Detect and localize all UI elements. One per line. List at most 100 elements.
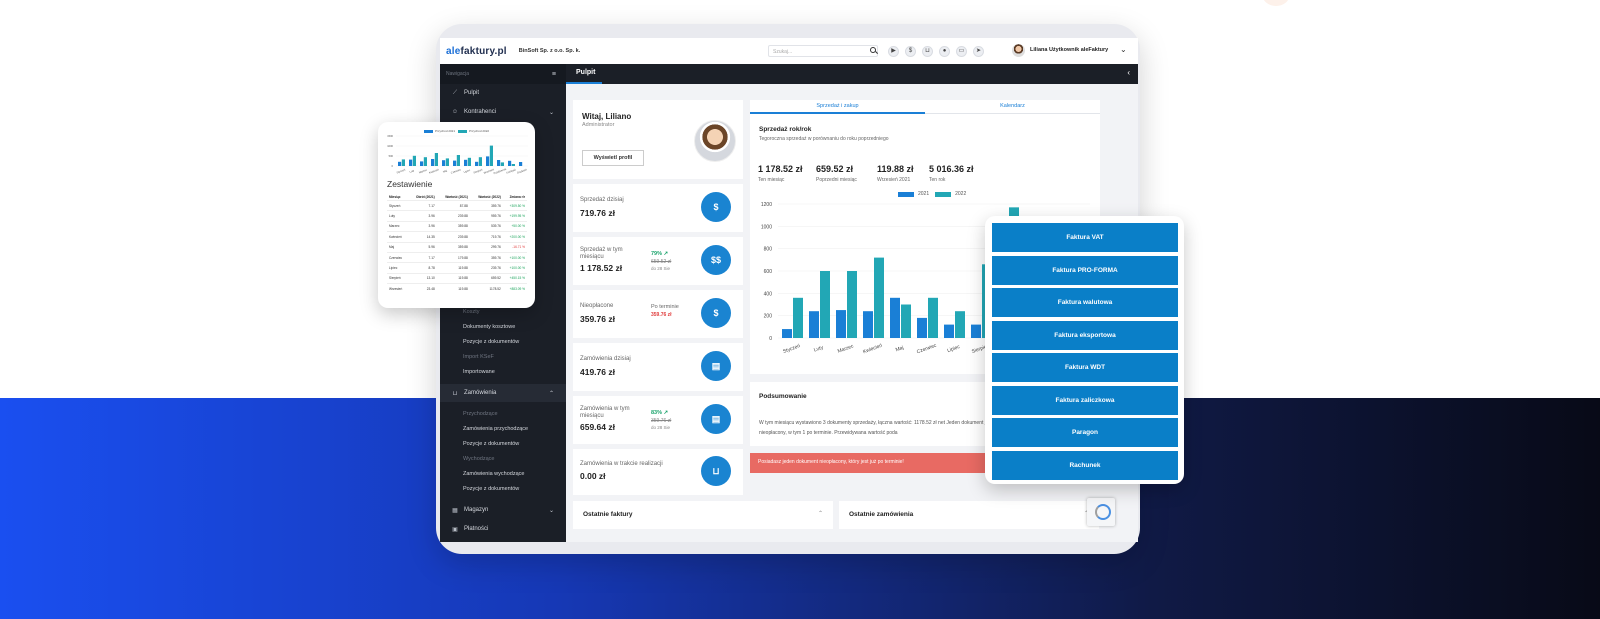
recaptcha-badge[interactable] bbox=[1087, 498, 1115, 526]
logo[interactable]: alefaktury.pl bbox=[446, 46, 507, 57]
kpi-label: Ten miesiąc bbox=[758, 177, 785, 183]
bar-2022-Maj bbox=[901, 304, 911, 338]
stat-value: 419.76 zł bbox=[580, 367, 615, 377]
x-tick-label: Październik bbox=[493, 167, 508, 176]
stat-value: 659.64 zł bbox=[580, 422, 615, 432]
x-tick-label: Marzec bbox=[837, 343, 855, 354]
search-input[interactable]: Szukaj... bbox=[768, 45, 878, 57]
stat-card-zamowienia-realizacja[interactable]: Zamówienia w trakcie realizacji 0.00 zł … bbox=[573, 449, 743, 495]
bar-2021-Czerwiec bbox=[917, 317, 927, 338]
faktura-eksportowa-button[interactable]: Faktura eksportowa bbox=[992, 320, 1178, 350]
sidebar-item-magazyn[interactable]: ▦ Magazyn ⌄ bbox=[440, 501, 566, 519]
title-underline bbox=[566, 82, 602, 84]
chevron-up-icon[interactable]: ⌃ bbox=[818, 510, 823, 517]
bar-2022-Czerwiec bbox=[928, 297, 938, 338]
cart-icon[interactable]: ⊔ bbox=[922, 46, 933, 57]
tab-sprzedaz-zakup[interactable]: Sprzedaż i zakup bbox=[750, 100, 925, 114]
send-icon[interactable]: ➤ bbox=[973, 46, 984, 57]
bar-Przychód 2021-Listopad bbox=[508, 160, 512, 166]
sidebar-item-kontrahenci[interactable]: ☺ Kontrahenci ⌄ bbox=[440, 103, 566, 121]
value-cell: 239.88 bbox=[436, 210, 470, 222]
sidebar-subitem-zamowienia-przychodzace[interactable]: Zamówienia przychodzące bbox=[463, 426, 528, 432]
stat-label: Zamówienia w tym miesiącu bbox=[580, 406, 630, 419]
table-row: Lipiec 8.78 119.88 239.76 +100.00 % bbox=[387, 262, 527, 274]
kpi-poprzedni-miesiac: 659.52 zł Poprzedni miesiąc bbox=[816, 164, 857, 183]
value-cell: 239.76 bbox=[469, 262, 503, 274]
table-row: Marzec 3.96 359.88 539.76 +50.00 % bbox=[387, 220, 527, 232]
paragon-button[interactable]: Paragon bbox=[992, 418, 1178, 447]
sidebar-subitem-dokumenty-kosztowe[interactable]: Dokumenty kosztowe bbox=[463, 324, 515, 330]
stat-card-zamowienia-dzisiaj[interactable]: Zamówienia dzisiaj 419.76 zł ▤ bbox=[573, 343, 743, 391]
sidebar-item-pulpit[interactable]: ⟋ Pulpit bbox=[440, 84, 566, 102]
user-name[interactable]: Liliana Użytkownik aleFaktury bbox=[1030, 47, 1108, 53]
x-tick-label: Luty bbox=[813, 344, 824, 353]
recent-invoices-card[interactable]: Ostatnie faktury ⌃ bbox=[573, 501, 833, 529]
sidebar-subitem-pozycje[interactable]: Pozycje z dokumentów bbox=[463, 486, 519, 492]
faktura-proforma-button[interactable]: Faktura PRO-FORMA bbox=[992, 255, 1178, 285]
faktura-zaliczkowa-button[interactable]: Faktura zaliczkowa bbox=[992, 385, 1178, 415]
print-icon[interactable]: ▭ bbox=[956, 46, 967, 57]
new-document-menu: Faktura VAT Faktura PRO-FORMA Faktura wa… bbox=[985, 216, 1184, 484]
zestawienie-table: Miesiąc Obrót (2021) Wartość (2021) Wart… bbox=[387, 194, 527, 295]
bar-2021-Kwiecień bbox=[863, 311, 873, 338]
money-icon: $$ bbox=[701, 245, 731, 275]
youtube-icon[interactable]: ▶ bbox=[888, 46, 899, 57]
legend-label: 2022 bbox=[955, 191, 967, 197]
chat-icon[interactable]: ● bbox=[939, 46, 950, 57]
logo-suffix: faktury.pl bbox=[460, 45, 507, 57]
stat-card-sprzedaz-dzisiaj[interactable]: Sprzedaż dzisiaj 719.76 zł $ bbox=[573, 184, 743, 232]
recent-orders-card[interactable]: Ostatnie zamówienia ⌃ bbox=[839, 501, 1099, 529]
faktura-vat-button[interactable]: Faktura VAT bbox=[992, 223, 1178, 252]
search-icon[interactable] bbox=[870, 47, 876, 53]
stat-card-nieoplacone[interactable]: Nieopłacone 359.76 zł Po terminie 359.76… bbox=[573, 290, 743, 338]
stat-label: Nieopłacone bbox=[580, 303, 614, 309]
chevron-down-icon[interactable]: ⌄ bbox=[1120, 45, 1127, 54]
kpi-label: Poprzedni miesiąc bbox=[816, 177, 857, 183]
basket-icon: ⊔ bbox=[452, 390, 458, 397]
x-tick-label: Grudzień bbox=[516, 167, 528, 175]
bar-Przychód 2021-Marzec bbox=[420, 161, 424, 166]
stat-card-zamowienia-miesiac[interactable]: Zamówienia w tym miesiącu 659.64 zł 83% … bbox=[573, 396, 743, 444]
month-cell: Kwiecień bbox=[387, 231, 409, 243]
rachunek-button[interactable]: Rachunek bbox=[992, 450, 1178, 480]
stat-value: 719.76 zł bbox=[580, 208, 615, 218]
faktura-walutowa-button[interactable]: Faktura walutowa bbox=[992, 288, 1178, 317]
users-icon: ☺ bbox=[451, 109, 459, 115]
table-row: Styczeń 7.17 87.88 359.76 +309.50 % bbox=[387, 199, 527, 211]
value-cell: +450.15 % bbox=[502, 272, 527, 284]
kpi-ten-rok: 5 016.36 zł Ten rok bbox=[929, 164, 974, 183]
sidebar-subitem-przychodzace: Przychodzące bbox=[463, 411, 498, 417]
overdue-alert[interactable]: Posiadasz jeden dokument nieopłacony, kt… bbox=[750, 453, 1000, 473]
welcome-role: Administrator bbox=[582, 122, 615, 128]
chevron-left-icon[interactable]: ‹ bbox=[1127, 68, 1130, 77]
tab-kalendarz[interactable]: Kalendarz bbox=[925, 100, 1100, 114]
sidebar-header: Nawigacja ≡ bbox=[440, 64, 566, 84]
x-tick-label: Kwiecień bbox=[862, 343, 883, 356]
sidebar-item-zamowienia[interactable]: ⊔ Zamówienia ⌃ bbox=[440, 384, 566, 402]
faktura-wdt-button[interactable]: Faktura WDT bbox=[992, 353, 1178, 382]
bar-2021-Maj bbox=[890, 297, 900, 338]
coin-icon[interactable]: $ bbox=[905, 46, 916, 57]
company-name[interactable]: BinSoft Sp. z o.o. Sp. k. bbox=[519, 48, 580, 54]
sidebar-subitem-importowane[interactable]: Importowane bbox=[463, 369, 495, 375]
sidebar-subitem-pozycje[interactable]: Pozycje z dokumentów bbox=[463, 339, 519, 345]
y-tick-label: 500 bbox=[389, 154, 394, 158]
view-profile-button[interactable]: Wyświetl profil bbox=[582, 150, 644, 166]
bar-Przychód 2022-Styczeń bbox=[401, 159, 405, 166]
legend-swatch-2022 bbox=[935, 191, 952, 197]
sidebar-item-platnosci[interactable]: ▣ Płatności bbox=[440, 520, 566, 538]
welcome-card: Witaj, Liliano Administrator Wyświetl pr… bbox=[573, 100, 743, 179]
user-avatar[interactable] bbox=[1012, 44, 1025, 57]
value-cell: 3.96 bbox=[408, 220, 437, 232]
sidebar-subitem-pozycje[interactable]: Pozycje z dokumentów bbox=[463, 441, 519, 447]
sidebar-subitem-wychodzace: Wychodzące bbox=[463, 456, 495, 462]
stat-value: 1 178.52 zł bbox=[580, 263, 623, 273]
value-cell: +199.95 % bbox=[502, 210, 527, 222]
value-cell: 179.88 bbox=[436, 251, 470, 263]
bar-2022-Marzec bbox=[847, 271, 857, 338]
stat-percentage: 83% ↗ bbox=[651, 410, 669, 416]
stat-card-sprzedaz-miesiac[interactable]: Sprzedaż w tym miesiącu 1 178.52 zł 79% … bbox=[573, 237, 743, 285]
bar-2022-Luty bbox=[820, 271, 830, 338]
menu-icon[interactable]: ≡ bbox=[552, 71, 556, 78]
sidebar-subitem-zamowienia-wychodzace[interactable]: Zamówienia wychodzące bbox=[463, 471, 524, 477]
